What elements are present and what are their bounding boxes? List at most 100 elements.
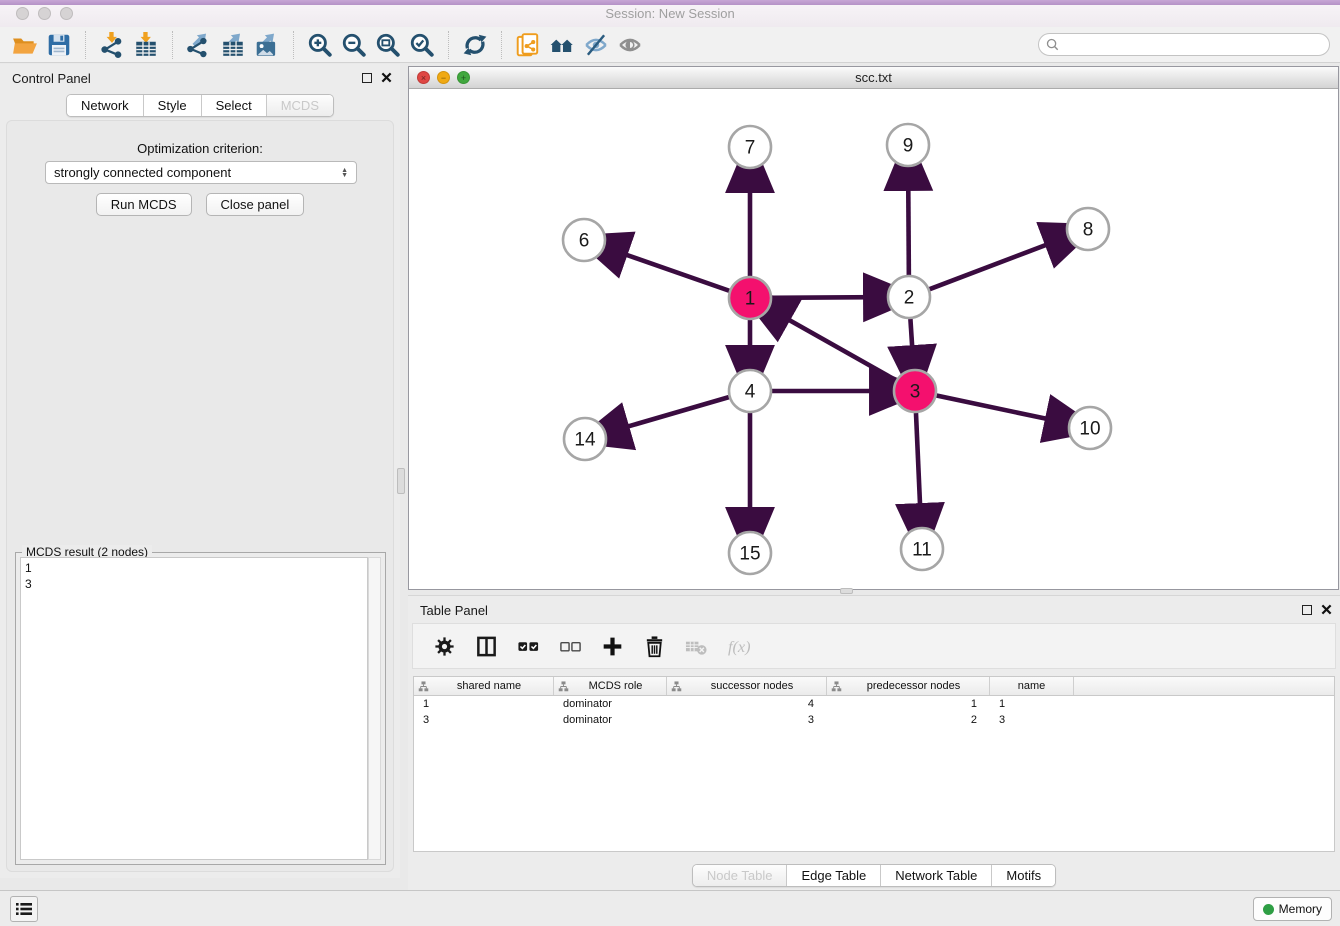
delete-table-icon: [685, 635, 708, 658]
toolbar-separator: [293, 31, 294, 59]
show-columns-button[interactable]: [473, 633, 499, 659]
search-box[interactable]: [1038, 33, 1330, 56]
table-panel-header: Table Panel: [408, 600, 1340, 622]
column-header-shared-name[interactable]: shared name: [414, 677, 554, 695]
refresh-view-button[interactable]: [458, 29, 492, 61]
table-row[interactable]: 3dominator323: [414, 712, 1334, 728]
table-cell[interactable]: 1: [990, 696, 1074, 712]
table-panel: Table Panel f(x) shared nameMCDS rolesuc…: [408, 595, 1340, 890]
graph-edge-3-10[interactable]: [937, 396, 1055, 421]
table-cell[interactable]: 3: [414, 712, 554, 728]
zoom-in-button[interactable]: [303, 29, 337, 61]
select-all-icon: [517, 635, 540, 658]
show-all-button[interactable]: [613, 29, 647, 61]
import-table-icon: [133, 32, 159, 58]
table-cell[interactable]: dominator: [554, 712, 667, 728]
add-row-button[interactable]: [599, 633, 625, 659]
graph-edge-3-1[interactable]: [781, 316, 895, 381]
zoom-out-button[interactable]: [337, 29, 371, 61]
export-table-button[interactable]: [216, 29, 250, 61]
close-panel-button[interactable]: Close panel: [206, 193, 305, 216]
graph-edge-1-2[interactable]: [772, 297, 873, 298]
table-cell[interactable]: 3: [990, 712, 1074, 728]
network-window-titlebar[interactable]: × − + scc.txt: [409, 67, 1338, 89]
tab-node-table[interactable]: Node Table: [693, 865, 787, 886]
graph-edge-3-11[interactable]: [916, 413, 920, 513]
export-table-icon: [220, 32, 246, 58]
toolbar-separator: [448, 31, 449, 59]
hide-selected-button[interactable]: [579, 29, 613, 61]
mcds-result-text[interactable]: 1 3: [20, 557, 368, 860]
import-network-button[interactable]: [95, 29, 129, 61]
table-row[interactable]: 1dominator411: [414, 696, 1334, 712]
tab-network[interactable]: Network: [67, 95, 143, 116]
criterion-select[interactable]: strongly connected component ▲▼: [45, 161, 357, 184]
close-table-panel-icon[interactable]: [1321, 604, 1332, 615]
network-canvas[interactable]: 7968124314101511: [409, 89, 1338, 589]
refresh-view-icon: [462, 32, 488, 58]
search-input[interactable]: [1063, 38, 1313, 52]
graph-node-label-4: 4: [745, 382, 756, 403]
open-file-button[interactable]: [8, 29, 42, 61]
search-icon: [1046, 38, 1059, 51]
table-cell[interactable]: dominator: [554, 696, 667, 712]
deselect-all-button[interactable]: [557, 633, 583, 659]
graph-node-label-1: 1: [745, 289, 756, 310]
float-panel-icon[interactable]: [362, 73, 372, 83]
status-bar: Memory: [0, 890, 1340, 926]
tab-edge-table[interactable]: Edge Table: [786, 865, 880, 886]
float-table-panel-icon[interactable]: [1302, 605, 1312, 615]
deselect-all-icon: [559, 635, 582, 658]
column-header-label: name: [994, 680, 1069, 692]
delete-row-icon: [643, 635, 666, 658]
result-scrollbar[interactable]: [368, 557, 381, 860]
table-cell[interactable]: 2: [827, 712, 990, 728]
table-cell[interactable]: 1: [414, 696, 554, 712]
zoom-selected-button[interactable]: [405, 29, 439, 61]
graph-edge-2-8[interactable]: [930, 242, 1055, 289]
graph-edge-1-6[interactable]: [618, 252, 729, 291]
show-panels-button[interactable]: [10, 896, 38, 922]
tab-mcds[interactable]: MCDS: [266, 95, 333, 116]
table-cell[interactable]: 3: [667, 712, 827, 728]
tab-motifs[interactable]: Motifs: [991, 865, 1055, 886]
select-all-button[interactable]: [515, 633, 541, 659]
zoom-fit-button[interactable]: [371, 29, 405, 61]
memory-status-icon: [1263, 904, 1274, 915]
tab-style[interactable]: Style: [143, 95, 201, 116]
delete-row-button[interactable]: [641, 633, 667, 659]
run-mcds-button[interactable]: Run MCDS: [96, 193, 192, 216]
graph-edge-2-3[interactable]: [910, 319, 912, 355]
import-table-button[interactable]: [129, 29, 163, 61]
first-neighbors-icon: [549, 32, 575, 58]
main-toolbar: [0, 27, 1340, 63]
zoom-in-icon: [307, 32, 333, 58]
export-network-button[interactable]: [182, 29, 216, 61]
tab-network-table[interactable]: Network Table: [880, 865, 991, 886]
first-neighbors-button[interactable]: [545, 29, 579, 61]
select-stepper-icon: ▲▼: [341, 168, 348, 178]
open-file-icon: [12, 32, 38, 58]
column-type-icon: [558, 681, 569, 692]
horizontal-splitter-handle[interactable]: [840, 588, 853, 594]
toolbar-separator: [85, 31, 86, 59]
graph-edge-4-14[interactable]: [620, 397, 729, 429]
column-header-successor-nodes[interactable]: successor nodes: [667, 677, 827, 695]
graph-node-label-9: 9: [903, 136, 914, 157]
new-network-from-selection-button[interactable]: [511, 29, 545, 61]
function-builder-icon: f(x): [727, 635, 750, 658]
memory-button[interactable]: Memory: [1253, 897, 1332, 921]
table-cell[interactable]: 4: [667, 696, 827, 712]
tab-select[interactable]: Select: [201, 95, 266, 116]
save-session-button[interactable]: [42, 29, 76, 61]
export-image-button[interactable]: [250, 29, 284, 61]
column-header-name[interactable]: name: [990, 677, 1074, 695]
vertical-splitter-handle[interactable]: [397, 468, 405, 494]
window-title: Session: New Session: [0, 6, 1340, 21]
column-header-MCDS-role[interactable]: MCDS role: [554, 677, 667, 695]
table-cell[interactable]: 1: [827, 696, 990, 712]
graph-edge-2-9[interactable]: [908, 181, 909, 275]
close-panel-icon[interactable]: [381, 72, 392, 83]
column-settings-button[interactable]: [431, 633, 457, 659]
column-header-predecessor-nodes[interactable]: predecessor nodes: [827, 677, 990, 695]
